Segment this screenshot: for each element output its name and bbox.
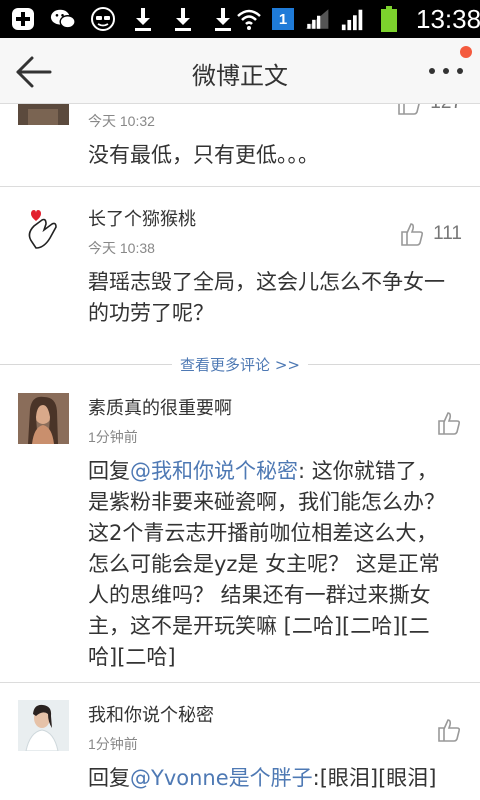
signal-icon [340, 6, 366, 32]
title-bar: 微博正文 [0, 38, 480, 104]
like-button[interactable]: 111 [399, 221, 462, 247]
reply-time: 1分钟前 [88, 429, 138, 445]
reply-username[interactable]: 素质真的很重要啊 [88, 394, 232, 420]
avatar[interactable] [18, 700, 69, 751]
wifi-icon [236, 6, 262, 32]
status-bar: 1 13:38 [0, 0, 480, 38]
reply-item[interactable]: 我和你说个秘密 1分钟前 回复@Yvonne是个胖子:[眼泪][眼泪] [0, 683, 480, 800]
comment-text: 碧瑶志毁了全局，这会儿怎么不争女一的功劳了呢？ [88, 270, 445, 325]
reply-body: :[眼泪][眼泪] [312, 766, 437, 790]
avatar[interactable] [18, 393, 69, 444]
reply-prefix: 回复 [88, 459, 130, 483]
like-button[interactable] [436, 717, 462, 743]
more-dots-icon [429, 68, 463, 74]
download-icon [170, 6, 196, 32]
reply-prefix: 回复 [88, 766, 130, 790]
notification-dot [460, 46, 472, 58]
like-count: 127 [430, 104, 462, 114]
comment-time: 今天 10:32 [88, 113, 155, 129]
comment-username[interactable]: 长了个猕猴桃 [88, 205, 196, 231]
like-button[interactable] [436, 410, 462, 436]
comment-time: 今天 10:38 [88, 240, 155, 256]
reply-body: : 这你就错了，是紫粉非要来碰瓷啊，我们能怎么办？ 这2个青云志开播前咖位相差这… [88, 459, 445, 669]
see-more-link[interactable]: 查看更多评论 >> [172, 354, 308, 375]
more-button[interactable] [426, 58, 466, 88]
wechat-icon [50, 6, 76, 32]
avatar[interactable] [18, 104, 69, 125]
reply-text: 回复@我和你说个秘密: 这你就错了，是紫粉非要来碰瓷啊，我们能怎么办？ 这2个青… [88, 456, 448, 673]
thumbs-up-icon [398, 104, 421, 115]
status-time: 13:38 [416, 3, 480, 34]
page-title: 微博正文 [192, 62, 288, 90]
battery-icon [376, 6, 402, 32]
signal-icon [304, 6, 330, 32]
divider [0, 363, 173, 365]
thumbs-up-icon [401, 223, 424, 246]
comment-list: 今天 10:32 没有最低，只有更低。。。 127 长了个猕猴桃 今天 10:3… [0, 104, 480, 800]
comment-item[interactable]: 今天 10:32 没有最低，只有更低。。。 127 [0, 104, 480, 186]
reply-time: 1分钟前 [88, 736, 138, 752]
glasses-icon [90, 6, 116, 32]
download-icon [130, 6, 156, 32]
reply-username[interactable]: 我和你说个秘密 [88, 701, 214, 727]
see-more-row: 查看更多评论 >> [0, 352, 480, 376]
thumbs-up-icon [438, 719, 461, 742]
thumbs-up-icon [438, 412, 461, 435]
reply-text: 回复@Yvonne是个胖子:[眼泪][眼泪] [88, 763, 448, 794]
like-button[interactable]: 127 [396, 104, 462, 116]
like-count: 111 [433, 223, 462, 244]
mention-link[interactable]: @Yvonne是个胖子 [130, 766, 313, 790]
avatar[interactable] [18, 204, 69, 255]
comment-text: 没有最低，只有更低。。。 [88, 143, 319, 167]
download-icon [210, 6, 236, 32]
sim-badge: 1 [272, 8, 294, 30]
divider [307, 363, 480, 365]
reply-item[interactable]: 素质真的很重要啊 1分钟前 回复@我和你说个秘密: 这你就错了，是紫粉非要来碰瓷… [0, 376, 480, 682]
comment-item[interactable]: 长了个猕猴桃 今天 10:38 碧瑶志毁了全局，这会儿怎么不争女一的功劳了呢？ … [0, 187, 480, 337]
add-icon [10, 6, 36, 32]
mention-link[interactable]: @我和你说个秘密 [130, 459, 298, 483]
